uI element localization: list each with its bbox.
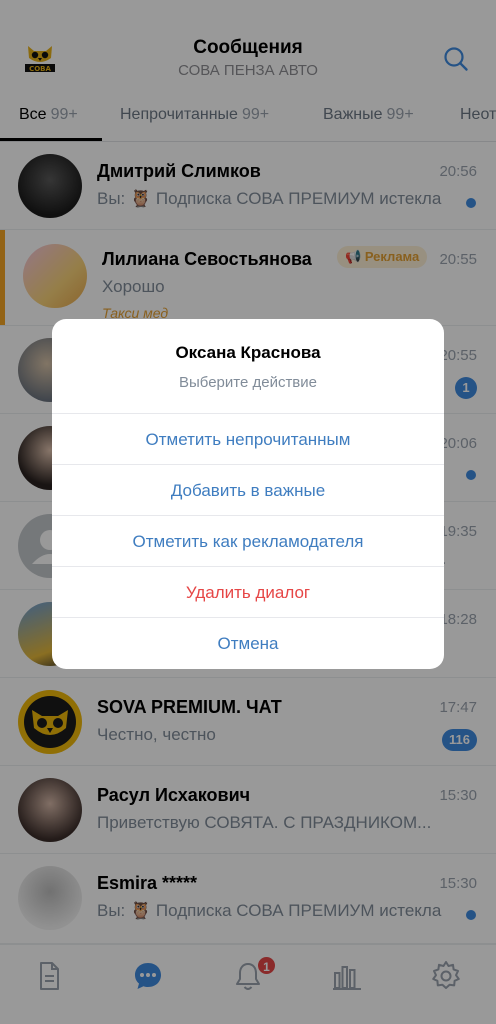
cancel-button[interactable]: Отмена: [52, 617, 444, 668]
add-important-button[interactable]: Добавить в важные: [52, 464, 444, 515]
dialog-title: Оксана Краснова: [175, 343, 321, 362]
delete-dialog-button[interactable]: Удалить диалог: [52, 566, 444, 617]
mark-advertiser-button[interactable]: Отметить как рекламодателя: [52, 515, 444, 566]
dialog-subtitle: Выберите действие: [178, 374, 318, 391]
mark-unread-button[interactable]: Отметить непрочитанным: [52, 413, 444, 464]
action-dialog: Оксана Краснова Выберите действие Отмети…: [52, 319, 444, 669]
